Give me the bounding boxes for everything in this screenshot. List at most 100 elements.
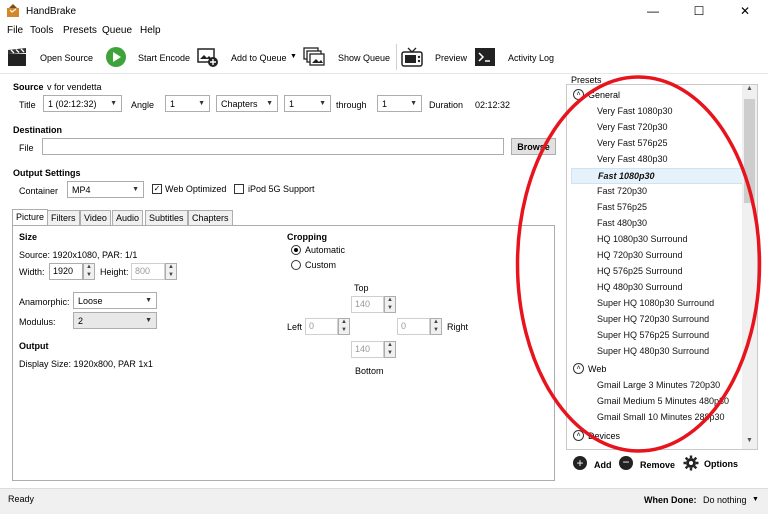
activity-log-button[interactable]: Activity Log <box>508 53 554 63</box>
destination-label: Destination <box>13 125 63 135</box>
container-label: Container <box>19 186 59 196</box>
remove-preset-icon[interactable]: − <box>619 456 633 470</box>
menu-file[interactable]: File <box>7 25 23 36</box>
tab-picture[interactable]: Picture <box>12 209 49 225</box>
source-name: v for vendetta <box>47 82 102 92</box>
clapperboard-icon[interactable] <box>6 46 28 68</box>
source-label: Source <box>13 82 44 92</box>
up-arrow-icon[interactable]: ▲ <box>385 297 395 305</box>
anamorphic-select[interactable]: Loose ▼ <box>73 292 157 309</box>
title-select[interactable]: 1 (02:12:32) ▼ <box>43 95 122 112</box>
chevron-down-icon: ▼ <box>266 100 273 107</box>
title-label: Title <box>19 100 36 110</box>
width-stepper[interactable]: ▲ ▼ <box>83 263 95 280</box>
range-type-select[interactable]: Chapters ▼ <box>216 95 278 112</box>
add-preset-icon[interactable]: + <box>573 456 587 470</box>
tv-icon[interactable] <box>401 46 423 68</box>
down-arrow-icon[interactable]: ▼ <box>339 327 349 335</box>
terminal-icon[interactable] <box>474 46 496 68</box>
crop-left-stepper[interactable]: ▲ ▼ <box>338 318 350 335</box>
menu-bar: File Tools Presets Queue Help <box>0 22 768 40</box>
range-start-value: 1 <box>289 98 295 109</box>
up-arrow-icon[interactable]: ▲ <box>339 319 349 327</box>
up-arrow-icon[interactable]: ▲ <box>166 264 176 272</box>
up-arrow-icon[interactable]: ▲ <box>385 342 395 350</box>
menu-presets[interactable]: Presets <box>63 25 97 36</box>
cropping-label: Cropping <box>287 232 327 242</box>
window-title: HandBrake <box>26 6 77 17</box>
file-path-input[interactable] <box>42 138 504 155</box>
ipod-support-checkbox[interactable] <box>234 184 244 194</box>
chevron-down-icon[interactable]: ▼ <box>752 496 759 503</box>
play-icon[interactable] <box>105 46 127 68</box>
up-arrow-icon[interactable]: ▲ <box>431 319 441 327</box>
menu-help[interactable]: Help <box>140 25 161 36</box>
custom-radio[interactable] <box>291 260 301 270</box>
crop-top-input[interactable]: 140 <box>351 296 384 313</box>
tab-chapters[interactable]: Chapters <box>188 210 233 225</box>
range-type-value: Chapters <box>221 98 258 109</box>
title-bar: HandBrake — ☐ ✕ <box>0 0 768 22</box>
add-preset-button[interactable]: Add <box>594 460 612 470</box>
down-arrow-icon[interactable]: ▼ <box>385 350 395 358</box>
preview-button[interactable]: Preview <box>435 53 467 63</box>
source-size-text: Source: 1920x1080, PAR: 1/1 <box>19 250 138 260</box>
tab-filters[interactable]: Filters <box>47 210 80 225</box>
open-source-button[interactable]: Open Source <box>40 53 93 63</box>
height-input[interactable]: 800 <box>131 263 165 280</box>
tab-audio[interactable]: Audio <box>112 210 144 225</box>
toolbar: Open Source Start Encode Add to Queue ▼ … <box>0 40 768 74</box>
tab-subtitles[interactable]: Subtitles <box>145 210 188 225</box>
down-arrow-icon[interactable]: ▼ <box>166 272 176 280</box>
status-bar: Ready When Done: Do nothing ▼ <box>0 488 768 514</box>
ipod-support-label: iPod 5G Support <box>248 184 315 194</box>
crop-top-stepper[interactable]: ▲ ▼ <box>384 296 396 313</box>
chevron-down-icon: ▼ <box>145 317 152 324</box>
chevron-down-icon: ▼ <box>110 100 117 107</box>
up-arrow-icon[interactable]: ▲ <box>84 264 94 272</box>
minimize-button[interactable]: — <box>630 0 676 22</box>
when-done-value[interactable]: Do nothing <box>703 495 747 505</box>
remove-preset-button[interactable]: Remove <box>640 460 675 470</box>
modulus-select[interactable]: 2 ▼ <box>73 312 157 329</box>
add-queue-icon[interactable] <box>197 46 219 68</box>
chevron-down-icon: ▼ <box>198 100 205 107</box>
range-start-select[interactable]: 1 ▼ <box>284 95 331 112</box>
width-input[interactable]: 1920 <box>49 263 83 280</box>
down-arrow-icon[interactable]: ▼ <box>84 272 94 280</box>
anamorphic-label: Anamorphic: <box>19 297 70 307</box>
crop-bottom-input[interactable]: 140 <box>351 341 384 358</box>
maximize-button[interactable]: ☐ <box>676 0 722 22</box>
down-arrow-icon[interactable]: ▼ <box>385 305 395 313</box>
chevron-down-icon: ▼ <box>319 100 326 107</box>
add-to-queue-button[interactable]: Add to Queue <box>231 53 287 63</box>
when-done-label: When Done: <box>644 495 697 505</box>
duration-value: 02:12:32 <box>475 100 511 110</box>
show-queue-icon[interactable] <box>303 46 325 68</box>
start-encode-button[interactable]: Start Encode <box>138 53 190 63</box>
angle-select[interactable]: 1 ▼ <box>165 95 210 112</box>
crop-right-stepper[interactable]: ▲ ▼ <box>430 318 442 335</box>
crop-left-input[interactable]: 0 <box>305 318 338 335</box>
menu-tools[interactable]: Tools <box>30 25 53 36</box>
range-end-value: 1 <box>382 98 388 109</box>
tab-video[interactable]: Video <box>80 210 111 225</box>
handbrake-logo-icon <box>7 4 19 17</box>
container-select[interactable]: MP4 ▼ <box>67 181 144 198</box>
range-end-select[interactable]: 1 ▼ <box>377 95 422 112</box>
height-stepper[interactable]: ▲ ▼ <box>165 263 177 280</box>
automatic-radio[interactable] <box>291 245 301 255</box>
modulus-value: 2 <box>78 315 84 326</box>
menu-queue[interactable]: Queue <box>102 25 132 36</box>
close-button[interactable]: ✕ <box>722 0 768 22</box>
add-queue-dropdown-icon[interactable]: ▼ <box>290 53 297 60</box>
down-arrow-icon[interactable]: ▼ <box>431 327 441 335</box>
preset-options-button[interactable]: Options <box>704 459 738 469</box>
web-optimized-checkbox[interactable]: ✓ <box>152 184 162 194</box>
show-queue-button[interactable]: Show Queue <box>338 53 390 63</box>
crop-right-label: Right <box>447 322 469 332</box>
file-label: File <box>19 143 34 153</box>
crop-bottom-stepper[interactable]: ▲ ▼ <box>384 341 396 358</box>
gear-icon[interactable] <box>683 455 699 471</box>
crop-right-input[interactable]: 0 <box>397 318 430 335</box>
